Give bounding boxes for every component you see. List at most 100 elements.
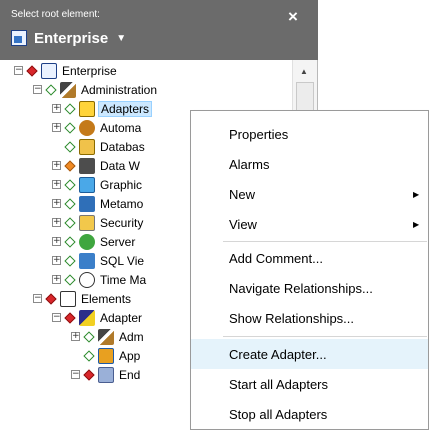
tree-node-application[interactable]: App: [71, 347, 142, 364]
tree-node-administration[interactable]: − Administration: [33, 81, 159, 98]
menu-item-new[interactable]: New ▶: [191, 179, 428, 209]
tree-node-label: App: [119, 348, 141, 363]
scroll-up-arrow-icon[interactable]: ▲: [300, 67, 308, 76]
elements-icon: [60, 290, 76, 307]
menu-item-stop-all-adapters[interactable]: Stop all Adapters: [191, 399, 428, 429]
status-diamond-icon: [45, 83, 57, 96]
status-diamond-icon: [64, 235, 76, 248]
tree-node-label: Elements: [81, 291, 132, 306]
expand-toggle[interactable]: +: [52, 180, 61, 189]
expand-toggle[interactable]: +: [52, 104, 61, 113]
menu-item-label: View: [229, 216, 257, 232]
collapse-toggle[interactable]: −: [33, 85, 42, 94]
collapse-toggle[interactable]: −: [71, 370, 80, 379]
tree-node-security[interactable]: + Security: [52, 214, 145, 231]
status-diamond-icon: [64, 197, 76, 210]
tree-node-label: SQL Vie: [100, 253, 145, 268]
menu-item-create-adapter[interactable]: Create Adapter...: [191, 339, 428, 369]
menu-item-properties[interactable]: Properties: [191, 119, 428, 149]
tree-node-adapters[interactable]: + Adapters: [52, 100, 153, 117]
sql-view-icon: [79, 252, 95, 269]
tree-node-label: Adapter: [100, 310, 143, 325]
tree-node-label: Security: [100, 215, 144, 230]
menu-item-alarms[interactable]: Alarms: [191, 149, 428, 179]
tree-node-sql-views[interactable]: + SQL Vie: [52, 252, 146, 269]
menu-item-show-relationships[interactable]: Show Relationships...: [191, 303, 428, 333]
expand-toggle[interactable]: +: [52, 123, 61, 132]
security-icon: [79, 214, 95, 231]
expand-toggle[interactable]: +: [52, 161, 61, 170]
tree-node-label: Data W: [100, 158, 141, 173]
collapse-toggle[interactable]: −: [33, 294, 42, 303]
menu-item-label: Start all Adapters: [229, 376, 328, 392]
clock-icon: [79, 271, 95, 288]
tree-node-automation[interactable]: + Automa: [52, 119, 143, 136]
submenu-arrow-icon: ▶: [413, 189, 420, 199]
tree-node-endpoint[interactable]: − End: [71, 366, 142, 383]
tree-node-label: Server: [100, 234, 136, 249]
tree-node-metamodel[interactable]: + Metamo: [52, 195, 145, 212]
expand-toggle[interactable]: +: [52, 218, 61, 227]
root-selector-header: Select root element: × Enterprise ▼: [0, 0, 318, 60]
menu-item-label: Add Comment...: [229, 250, 323, 266]
data-warehouse-icon: [79, 157, 95, 174]
status-diamond-icon: [64, 121, 76, 134]
menu-separator: [223, 336, 427, 337]
status-diamond-icon: [64, 159, 76, 172]
collapse-toggle[interactable]: −: [52, 313, 61, 322]
tree-node-data-warehouse[interactable]: + Data W: [52, 157, 142, 174]
adapter-icon: [79, 309, 95, 326]
submenu-arrow-icon: ▶: [413, 219, 420, 229]
tree-node-server[interactable]: + Server: [52, 233, 137, 250]
tree-node-databases[interactable]: Databas: [52, 138, 147, 155]
tree-node-adapter[interactable]: − Adapter: [52, 309, 144, 326]
status-diamond-icon: [83, 349, 95, 362]
collapse-toggle[interactable]: −: [14, 66, 23, 75]
tree-node-label: Adm: [119, 329, 144, 344]
tree-node-label: End: [119, 367, 141, 382]
expand-toggle[interactable]: +: [52, 237, 61, 246]
status-diamond-icon: [83, 368, 95, 381]
menu-item-label: Create Adapter...: [229, 346, 327, 362]
menu-item-view[interactable]: View ▶: [191, 209, 428, 239]
tools-icon: [60, 81, 76, 98]
tree-node-label: Time Ma: [100, 272, 147, 287]
expand-toggle[interactable]: +: [52, 256, 61, 265]
menu-separator: [223, 241, 427, 242]
tree-node-graphics[interactable]: + Graphic: [52, 176, 144, 193]
tree-node-enterprise[interactable]: − Enterprise: [14, 62, 119, 79]
expand-toggle[interactable]: +: [52, 275, 61, 284]
expand-toggle[interactable]: +: [52, 199, 61, 208]
enterprise-icon: [41, 62, 57, 79]
status-diamond-icon: [64, 140, 76, 153]
menu-item-add-comment[interactable]: Add Comment...: [191, 243, 428, 273]
status-diamond-icon: [64, 178, 76, 191]
close-icon[interactable]: ×: [288, 8, 298, 26]
menu-item-label: Properties: [229, 126, 289, 142]
tree-node-elements[interactable]: − Elements: [33, 290, 133, 307]
endpoint-icon: [98, 366, 114, 383]
automation-icon: [79, 119, 95, 136]
status-diamond-icon: [83, 330, 95, 343]
menu-item-label: New: [229, 186, 256, 202]
database-icon: [79, 138, 95, 155]
menu-item-label: Alarms: [229, 156, 270, 172]
context-menu: Properties Alarms New ▶ View ▶ Add Comme…: [190, 110, 429, 430]
adapters-icon: [79, 100, 95, 117]
tree-node-label: Administration: [81, 82, 158, 97]
root-selector-label: Select root element:: [11, 9, 100, 20]
server-icon: [79, 233, 95, 250]
tree-node-label: Databas: [100, 139, 145, 154]
tree-node-time-management[interactable]: + Time Ma: [52, 271, 148, 288]
tree-node-admin[interactable]: + Adm: [71, 328, 146, 345]
tree-node-label: Automa: [100, 120, 142, 135]
menu-item-navigate-relationships[interactable]: Navigate Relationships...: [191, 273, 428, 303]
status-diamond-icon: [64, 102, 76, 115]
menu-item-start-all-adapters[interactable]: Start all Adapters: [191, 369, 428, 399]
enterprise-icon: [11, 30, 27, 46]
expand-toggle[interactable]: +: [71, 332, 80, 341]
root-selector-dropdown[interactable]: Enterprise ▼: [11, 27, 126, 49]
status-diamond-icon: [64, 273, 76, 286]
tree-node-label: Adapters: [98, 100, 153, 117]
tree-node-label: Graphic: [100, 177, 143, 192]
